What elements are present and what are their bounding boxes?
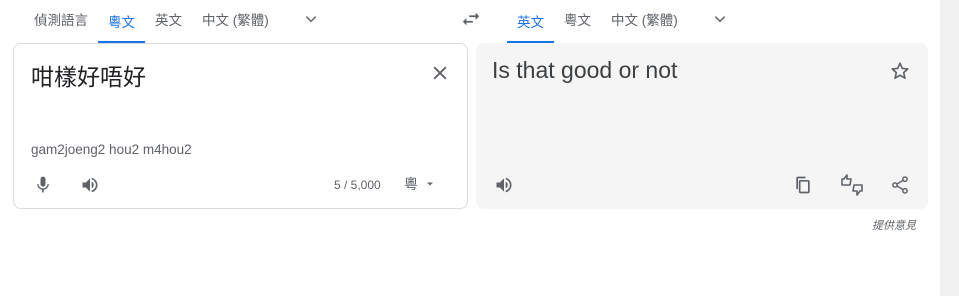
target-tab-chinese-traditional[interactable]: 中文 (繁體): [601, 0, 688, 38]
copy-icon: [796, 176, 810, 194]
listen-source-button[interactable]: [75, 170, 105, 200]
share-translation-button[interactable]: [885, 170, 915, 200]
source-text-input[interactable]: 咁樣好唔好: [31, 58, 146, 92]
source-tab-detect[interactable]: 偵測語言: [14, 0, 98, 38]
page-scrollbar[interactable]: [940, 0, 959, 296]
listen-translation-button[interactable]: [489, 170, 519, 200]
rate-translation-button[interactable]: [837, 170, 867, 200]
translation-panel: Is that good or not: [476, 43, 928, 209]
input-method-label: 粵: [404, 176, 418, 192]
swap-languages-button[interactable]: [456, 4, 486, 34]
close-icon: [433, 66, 447, 80]
target-language-bar: 英文 粵文 中文 (繁體): [507, 0, 738, 43]
character-count: 5 / 5,000: [334, 178, 381, 192]
chevron-down-icon: [714, 16, 725, 23]
translation-text: Is that good or not: [492, 57, 678, 83]
source-text-panel: 咁樣好唔好 gam2joeng2 hou2 m4hou2 5 / 5,000 粵: [13, 43, 468, 209]
target-tab-english[interactable]: 英文: [507, 0, 554, 43]
copy-translation-button[interactable]: [788, 170, 818, 200]
feedback-thumbs-icon: [841, 174, 863, 196]
save-translation-button[interactable]: [885, 56, 915, 86]
speaker-icon: [496, 177, 512, 193]
microphone-icon: [37, 176, 49, 193]
clear-source-button[interactable]: [425, 58, 455, 88]
dropdown-arrow-icon: [427, 182, 433, 186]
chevron-down-icon: [305, 16, 316, 23]
speaker-icon: [82, 177, 98, 193]
source-tab-chinese-traditional[interactable]: 中文 (繁體): [192, 0, 279, 38]
source-romanization: gam2joeng2 hou2 m4hou2: [31, 142, 192, 157]
source-tab-cantonese[interactable]: 粵文: [98, 0, 145, 43]
voice-input-button[interactable]: [28, 170, 58, 200]
star-icon: [891, 62, 909, 79]
source-tab-english[interactable]: 英文: [145, 0, 192, 38]
target-tab-cantonese[interactable]: 粵文: [554, 0, 601, 38]
input-tools-button[interactable]: 粵: [404, 174, 436, 194]
source-language-bar: 偵測語言 粵文 英文 中文 (繁體): [14, 0, 329, 43]
send-feedback-link[interactable]: 提供意見: [872, 217, 916, 233]
source-more-languages-button[interactable]: [293, 0, 329, 38]
share-icon: [892, 176, 908, 194]
target-more-languages-button[interactable]: [702, 0, 738, 38]
swap-arrows-icon: [462, 12, 480, 26]
